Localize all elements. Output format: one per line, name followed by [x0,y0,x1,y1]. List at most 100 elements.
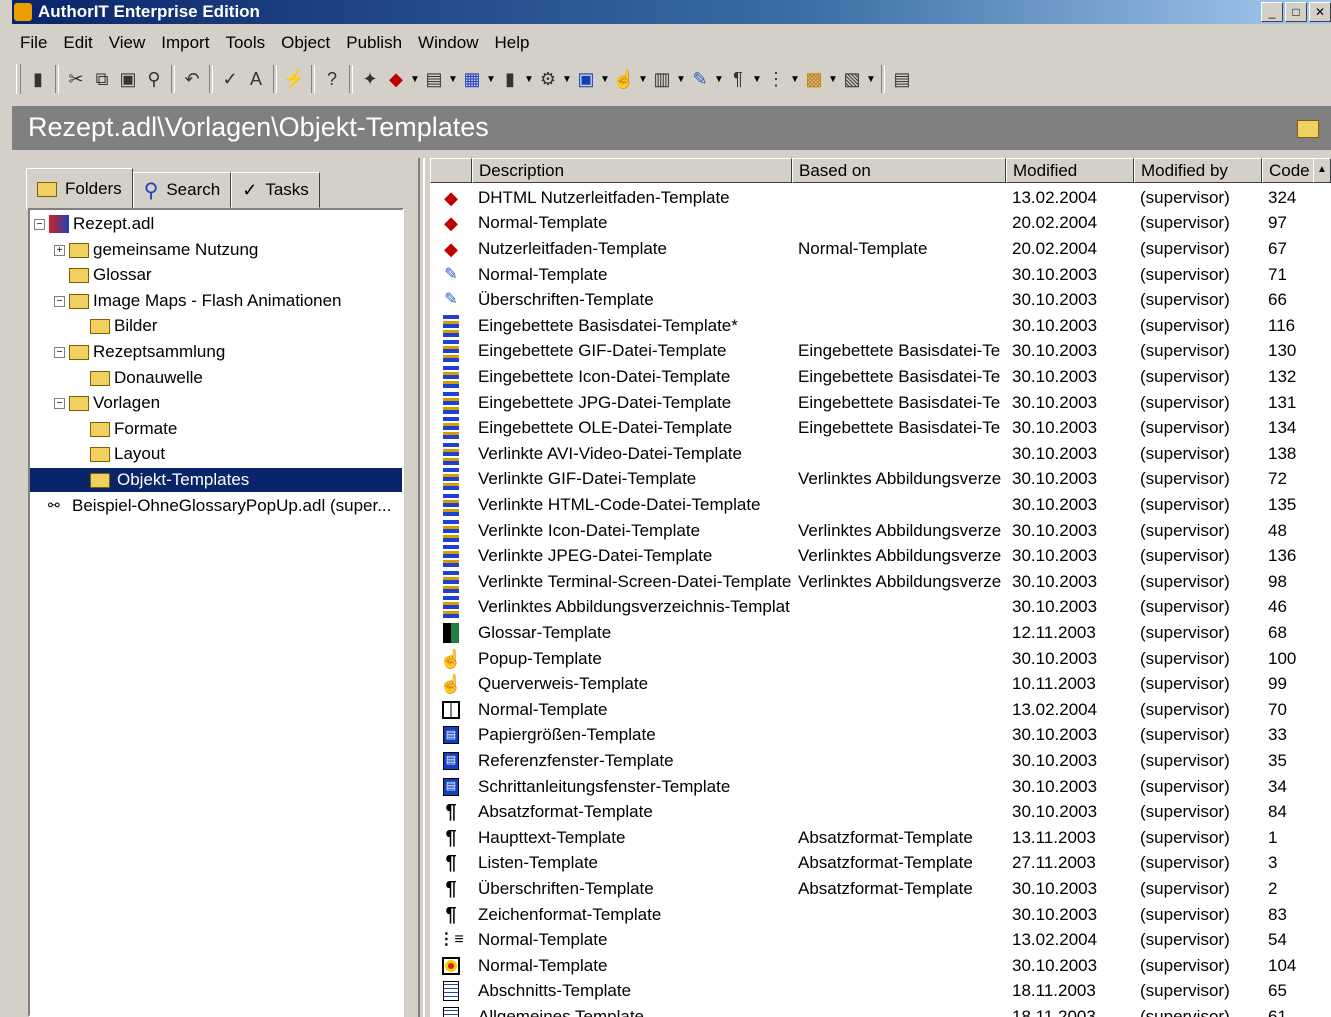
copy-icon[interactable]: ⧉ [89,65,115,93]
replace-icon[interactable]: A [243,65,269,93]
chevron-down-icon[interactable]: ▼ [637,74,649,85]
pane-splitter[interactable] [414,158,428,1017]
table-row[interactable]: ▤ Referenzfenster-Template 30.10.2003 (supe… [430,748,1331,774]
folder-icon[interactable] [1297,120,1319,138]
tree-item-objekt-templates[interactable]: Objekt-Templates [30,468,402,492]
table-row[interactable]: ◆ Nutzerleitfaden-Template Normal-Template… [430,236,1331,262]
chevron-down-icon[interactable]: ▼ [485,74,497,85]
expand-icon[interactable]: + [54,244,65,256]
table-row[interactable]: ☝ Querverweis-Template 10.11.2003 (supervis… [430,671,1331,697]
paragraph-icon[interactable]: ¶ [725,65,751,93]
collapse-icon[interactable]: − [54,295,65,307]
table-row[interactable]: Eingebettete Icon-Datei-Template Eingebet… [430,364,1331,390]
close-button[interactable]: ✕ [1309,2,1331,22]
find-icon[interactable]: ⚲ [141,65,167,93]
topic-icon[interactable]: ▤ [421,65,447,93]
menu-file[interactable]: File [12,31,55,57]
collapse-icon[interactable]: − [54,346,65,358]
table-row[interactable]: ¶ Haupttext-Template Absatzformat-Template… [430,825,1331,851]
tab-folders[interactable]: Folders [26,168,133,210]
table-row[interactable]: Normal-Template 30.10.2003 (supervisor) 104 [430,953,1331,979]
library-icon[interactable]: ▮ [25,65,51,93]
chevron-down-icon[interactable]: ▼ [827,74,839,85]
table-row[interactable]: ⋮≡ Normal-Template 13.02.2004 (supervisor) 5… [430,927,1331,953]
scroll-up-arrow-icon[interactable]: ▲ [1313,158,1331,183]
column-header-based-on[interactable]: Based on [792,158,1006,183]
table-row[interactable]: Glossar-Template 12.11.2003 (supervisor) 68 [430,620,1331,646]
undo-icon[interactable]: ↶ [179,65,205,93]
toc-tree-icon[interactable]: ⋮ [763,65,789,93]
hyperlink-icon[interactable]: ⚙ [535,65,561,93]
table-row[interactable]: ¶ Zeichenformat-Template 30.10.2003 (superv… [430,902,1331,928]
table-row[interactable]: Verlinkte Terminal-Screen-Datei-Template… [430,569,1331,595]
list-view-icon[interactable]: ▤ [889,65,915,93]
tree-item-glossar[interactable]: Glossar [69,263,152,287]
table-row[interactable]: Eingebettete JPG-Datei-Template Eingebett… [430,390,1331,416]
wand-icon[interactable]: ✎ [687,65,713,93]
tree-item-gemeinsame-nutzung[interactable]: + gemeinsame Nutzung [54,238,258,262]
chevron-down-icon[interactable]: ▼ [523,74,535,85]
cut-icon[interactable]: ✂ [63,65,89,93]
tree-item-beispiel-adl[interactable]: ⚯ Beispiel-OhneGlossaryPopUp.adl (super.… [48,494,391,518]
table-row[interactable]: Verlinkte JPEG-Datei-Template Verlinktes … [430,543,1331,569]
table-row[interactable]: Normal-Template 13.02.2004 (supervisor) 70 [430,697,1331,723]
tab-tasks[interactable]: ✓ Tasks [231,172,320,208]
glossary-icon[interactable]: ▮ [497,65,523,93]
new-wizard-icon[interactable]: ✦ [357,65,383,93]
tree-item-layout[interactable]: Layout [90,442,165,466]
table-row[interactable]: Eingebettete OLE-Datei-Template Eingebett… [430,415,1331,441]
table-row[interactable]: Verlinkte GIF-Datei-Template Verlinktes A… [430,467,1331,493]
toolbar-grip[interactable] [16,64,21,94]
table-row[interactable]: Verlinkte Icon-Datei-Template Verlinktes … [430,518,1331,544]
menu-publish[interactable]: Publish [338,31,410,57]
table-row[interactable]: ◆ Normal-Template 20.02.2004 (supervisor) 97 [430,211,1331,237]
table-row[interactable]: ¶ Listen-Template Absatzformat-Template 27.… [430,851,1331,877]
tree-item-rezept-adl[interactable]: − Rezept.adl [34,212,154,236]
maximize-button[interactable]: □ [1285,2,1307,22]
hand-icon[interactable]: ☝ [611,65,637,93]
tree-item-donauwelle[interactable]: Donauwelle [90,366,203,390]
table-row[interactable]: Eingebettete GIF-Datei-Template Eingebett… [430,339,1331,365]
table-row[interactable]: Verlinkte HTML-Code-Datei-Template 30.10.… [430,492,1331,518]
table-row[interactable]: ▤ Papiergrößen-Template 30.10.2003 (supervi… [430,723,1331,749]
table-row[interactable]: Abschnitts-Template 18.11.2003 (supervisor… [430,979,1331,1005]
collapse-icon[interactable]: − [54,397,65,409]
chevron-down-icon[interactable]: ▼ [789,74,801,85]
table-row[interactable]: Allgemeines Template 18.11.2003 (superviso… [430,1004,1331,1017]
table-row[interactable]: ☝ Popup-Template 30.10.2003 (supervisor) 100 [430,646,1331,672]
table-row[interactable]: Verlinktes Abbildungsverzeichnis-Templat… [430,595,1331,621]
table-row[interactable]: ◆ DHTML Nutzerleitfaden-Template 13.02.200… [430,185,1331,211]
index-icon[interactable]: ▧ [839,65,865,93]
column-header-modified[interactable]: Modified [1006,158,1134,183]
tree-item-vorlagen[interactable]: − Vorlagen [54,391,160,415]
menu-import[interactable]: Import [153,31,217,57]
menu-view[interactable]: View [101,31,154,57]
collapse-icon[interactable]: − [34,218,45,230]
column-header-description[interactable]: Description [472,158,792,183]
menu-object[interactable]: Object [273,31,338,57]
column-header-icon[interactable] [430,158,472,183]
column-header-modified-by[interactable]: Modified by [1134,158,1262,183]
chevron-down-icon[interactable]: ▼ [751,74,763,85]
table-row[interactable]: ▤ Schrittanleitungsfenster-Template 30.10.… [430,774,1331,800]
image-icon[interactable]: ▩ [801,65,827,93]
tree-item-formate[interactable]: Formate [90,417,177,441]
menu-window[interactable]: Window [410,31,486,57]
table-row[interactable]: ✎ Normal-Template 30.10.2003 (supervisor) 71 [430,262,1331,288]
minimize-button[interactable]: _ [1261,2,1283,22]
table-row[interactable]: Eingebettete Basisdatei-Template* 30.10.2… [430,313,1331,339]
tree-item-rezeptsammlung[interactable]: − Rezeptsammlung [54,340,225,364]
tree-item-image-maps[interactable]: − Image Maps - Flash Animationen [54,289,342,313]
table-row[interactable]: ¶ Absatzformat-Template 30.10.2003 (supervi… [430,799,1331,825]
table-row[interactable]: ¶ Überschriften-Template Absatzformat-Temp… [430,876,1331,902]
help-icon[interactable]: ? [319,65,345,93]
tree-item-bilder[interactable]: Bilder [90,314,157,338]
paste-icon[interactable]: ▣ [115,65,141,93]
menu-tools[interactable]: Tools [217,31,273,57]
tab-search[interactable]: ⚲ Search [132,172,232,208]
menu-help[interactable]: Help [487,31,538,57]
publish-icon[interactable]: ⚡ [281,65,307,93]
media-file-icon[interactable]: ▦ [459,65,485,93]
book-diamond-icon[interactable]: ◆ [383,65,409,93]
table-row[interactable]: Verlinkte AVI-Video-Datei-Template 30.10.… [430,441,1331,467]
